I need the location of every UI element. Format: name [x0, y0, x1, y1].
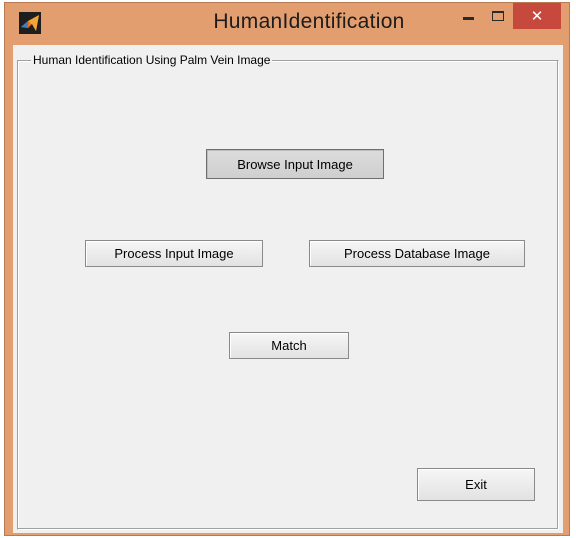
maximize-button[interactable] [485, 3, 511, 29]
close-icon: ✕ [530, 8, 544, 25]
title-bar[interactable]: HumanIdentification ✕ [5, 3, 569, 43]
process-input-image-button[interactable]: Process Input Image [85, 240, 263, 267]
exit-button[interactable]: Exit [417, 468, 535, 501]
close-button[interactable]: ✕ [513, 3, 561, 29]
panel-title: Human Identification Using Palm Vein Ima… [31, 53, 273, 67]
app-window: HumanIdentification ✕ Human Identificati… [4, 2, 570, 536]
match-button[interactable]: Match [229, 332, 349, 359]
process-database-image-button[interactable]: Process Database Image [309, 240, 525, 267]
minimize-button[interactable] [453, 3, 483, 29]
maximize-icon [492, 11, 504, 21]
figure-client-area: Human Identification Using Palm Vein Ima… [13, 45, 563, 533]
main-panel [17, 60, 559, 530]
minimize-icon [462, 16, 474, 20]
browse-input-image-button[interactable]: Browse Input Image [206, 149, 384, 179]
